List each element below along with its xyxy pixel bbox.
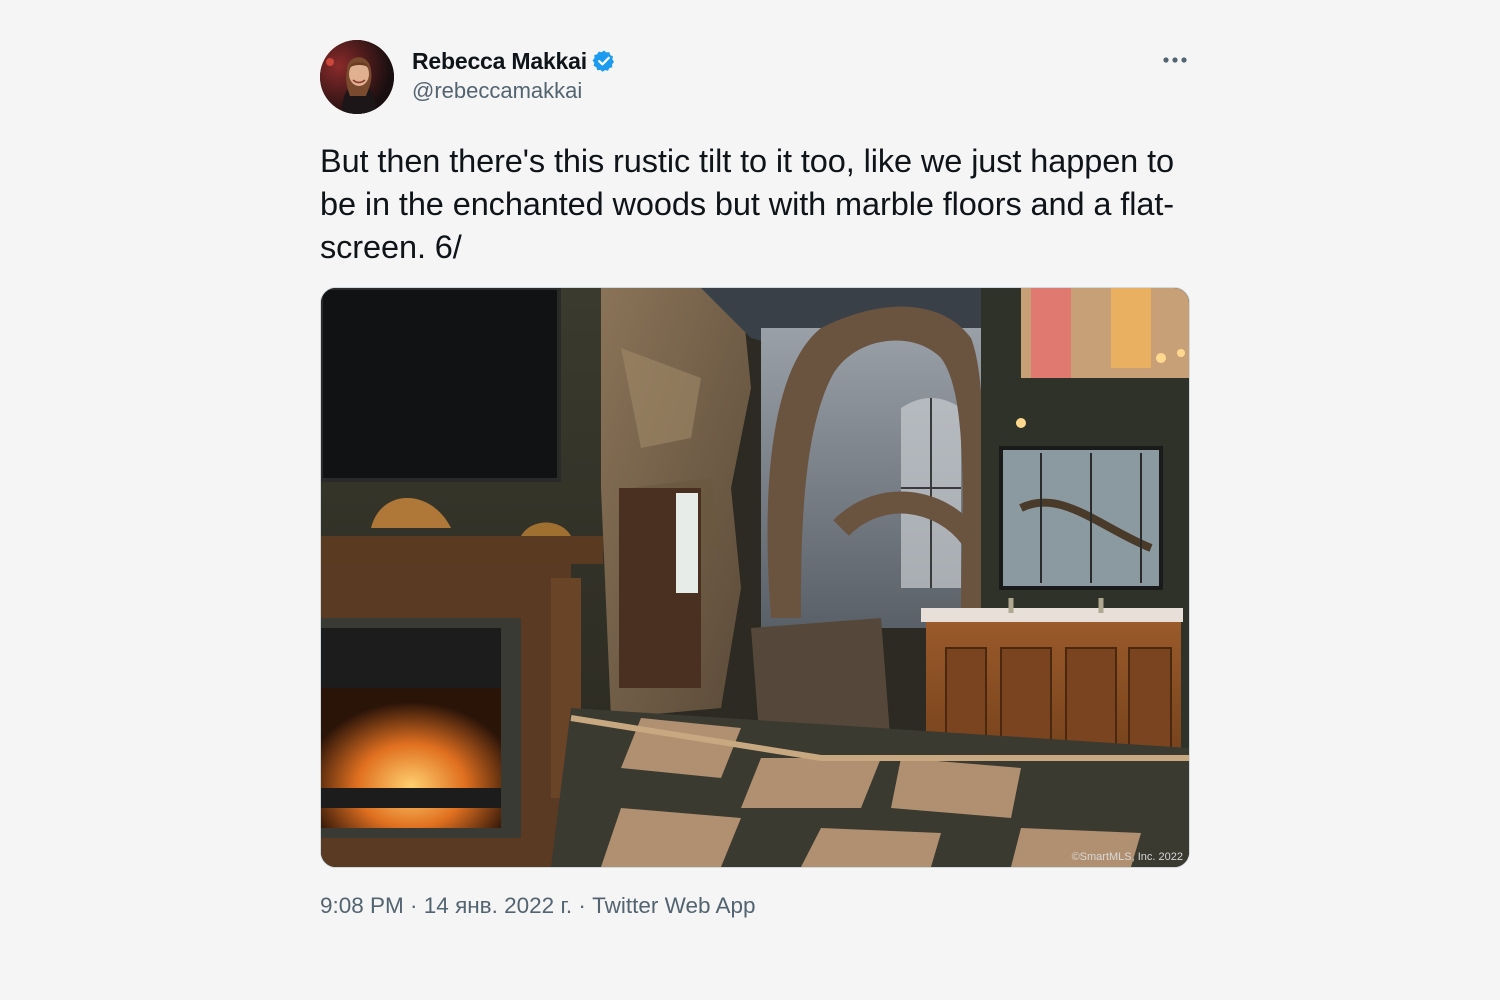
bathroom-photo <box>321 288 1189 867</box>
tweet-date[interactable]: 14 янв. 2022 г. <box>424 893 572 918</box>
meta-separator-2: · <box>572 893 593 918</box>
media-watermark: ©SmartMLS, Inc. 2022 <box>1071 851 1183 863</box>
avatar-photo <box>320 40 394 114</box>
meta-separator-1: · <box>403 893 424 918</box>
name-row: Rebecca Makkai <box>412 46 616 76</box>
display-name[interactable]: Rebecca Makkai <box>412 48 587 75</box>
tweet-source[interactable]: Twitter Web App <box>592 893 755 918</box>
tweet-header: Rebecca Makkai @rebeccamakkai <box>320 40 1190 114</box>
tweet-time[interactable]: 9:08 PM <box>320 893 404 918</box>
author-info: Rebecca Makkai @rebeccamakkai <box>412 46 616 104</box>
tweet-media[interactable]: ©SmartMLS, Inc. 2022 <box>320 287 1190 868</box>
more-options-icon[interactable] <box>1160 48 1190 72</box>
tweet-text: But then there's this rustic tilt to it … <box>320 143 1174 265</box>
tweet-timestamp: 9:08 PM · 14 янв. 2022 г. · Twitter Web … <box>320 893 756 919</box>
handle[interactable]: @rebeccamakkai <box>412 78 616 104</box>
tweet: Rebecca Makkai @rebeccamakkai But then t… <box>320 40 1190 940</box>
avatar[interactable] <box>320 40 394 114</box>
verified-badge-icon <box>592 49 616 73</box>
